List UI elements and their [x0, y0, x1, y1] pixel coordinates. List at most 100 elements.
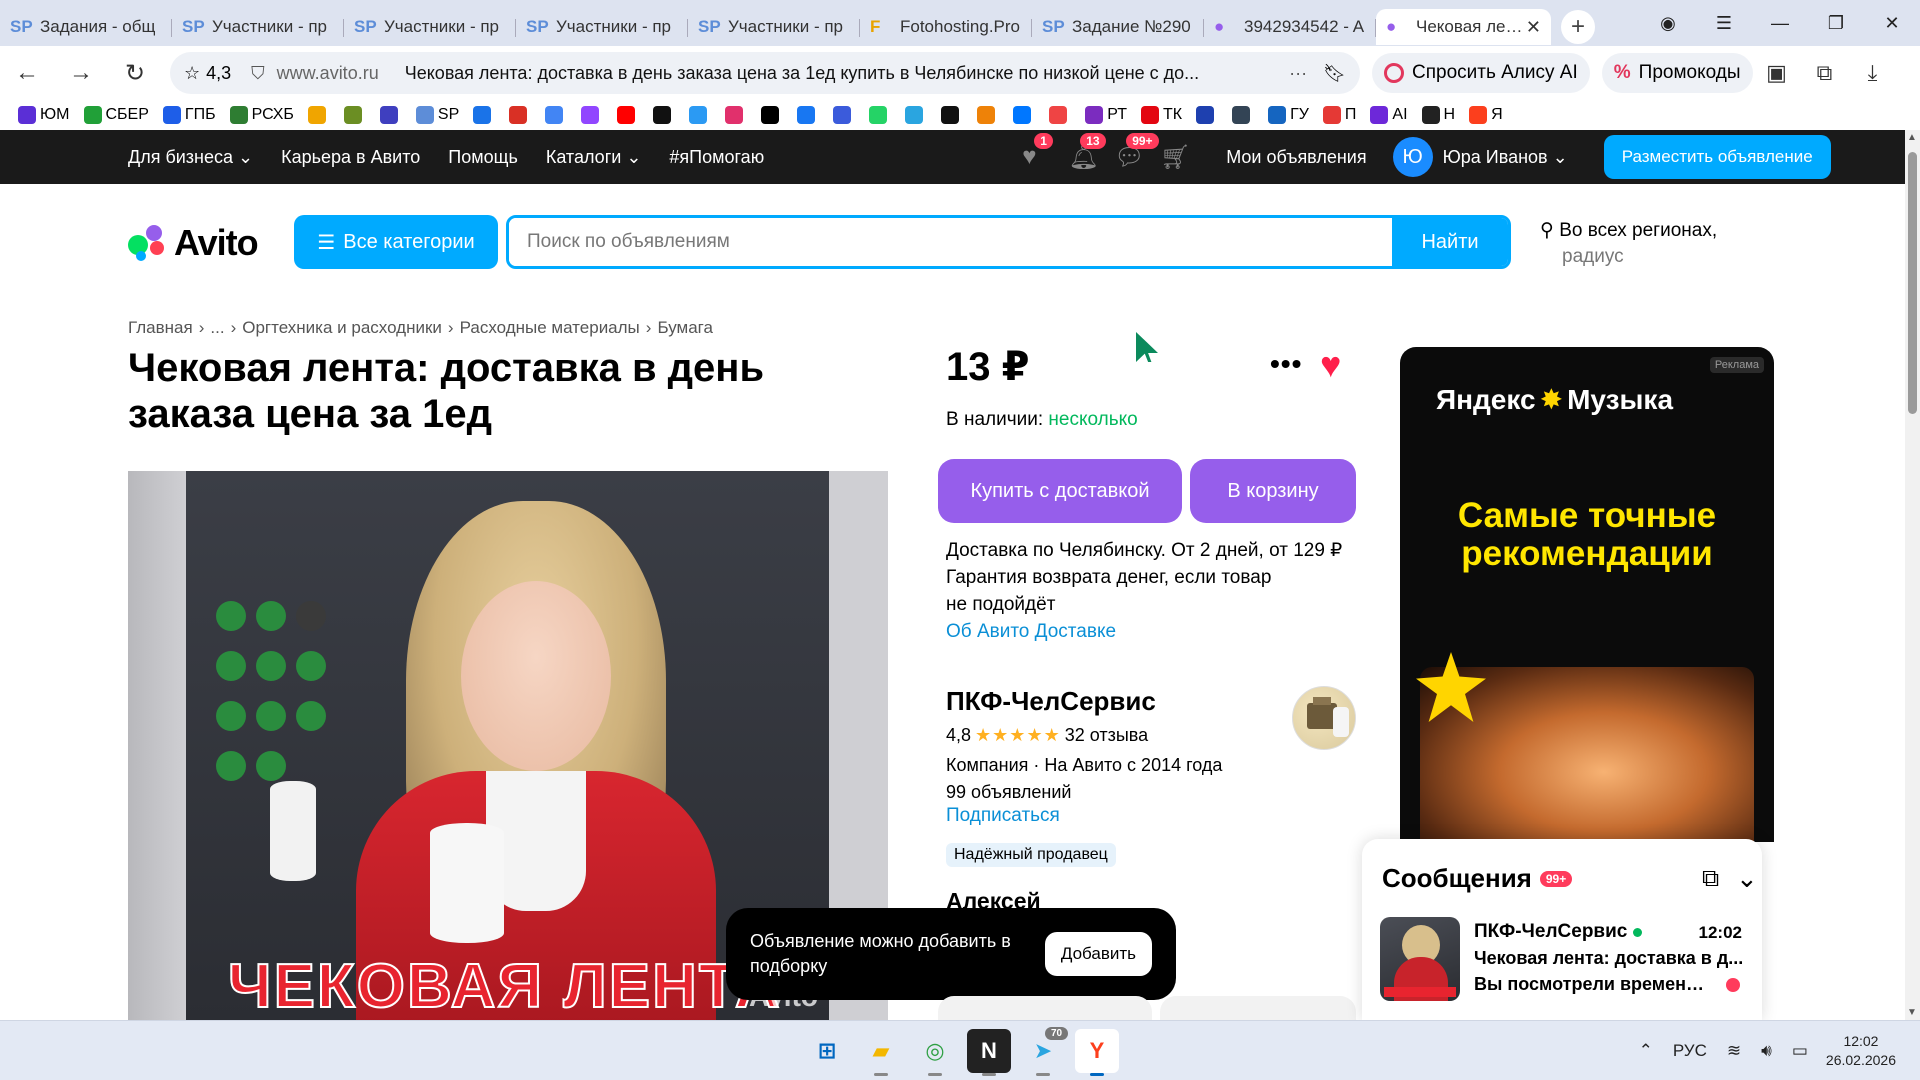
close-tab-icon[interactable]: ✕	[1526, 17, 1541, 38]
subscribe-link[interactable]: Подписаться	[946, 805, 1060, 827]
contact-button-right[interactable]	[1160, 996, 1356, 1020]
contact-button-left[interactable]	[938, 996, 1152, 1020]
close-window-icon[interactable]: ✕	[1864, 13, 1920, 34]
bookmark-item-21[interactable]	[941, 106, 963, 124]
yandex-music-ad-banner[interactable]: Реклама Яндекс ✸ Музыка Самые точные реком…	[1400, 347, 1774, 842]
bookmark-item-13[interactable]	[653, 106, 675, 124]
bookmark-item-15[interactable]	[725, 106, 747, 124]
bookmark-item-25[interactable]: РТ	[1085, 106, 1127, 124]
browser-tab-0[interactable]: SP Задания - общ	[0, 9, 172, 45]
bookmark-item-11[interactable]	[581, 106, 603, 124]
favorite-heart-icon[interactable]: ♥	[1320, 344, 1341, 386]
search-button[interactable]: Найти	[1392, 218, 1508, 266]
bookmark-icon[interactable]: 🔖︎	[1323, 63, 1346, 84]
reload-icon[interactable]: ↻	[108, 59, 162, 88]
bookmark-item-4[interactable]	[307, 106, 330, 124]
favorites-heart-icon[interactable]: ♥ 1	[1022, 133, 1068, 171]
minimize-icon[interactable]: —	[1752, 13, 1808, 34]
all-categories-button[interactable]: ☰ Все категории	[294, 215, 498, 269]
download-icon[interactable]: ⤓	[1849, 60, 1897, 86]
breadcrumb-item[interactable]: Главная	[128, 318, 193, 338]
breadcrumb-item[interactable]: ...	[210, 318, 224, 338]
browser-tab-2[interactable]: SP Участники - пр	[344, 9, 516, 45]
search-input[interactable]	[509, 218, 1392, 266]
bookmark-item-26[interactable]: ТК	[1140, 106, 1182, 124]
language-indicator[interactable]: РУС	[1673, 1041, 1707, 1061]
browser-tab-6[interactable]: SP Задание №290	[1032, 9, 1204, 45]
scroll-down-icon[interactable]: ▼	[1907, 1007, 1917, 1018]
bookmark-item-27[interactable]	[1196, 106, 1218, 124]
scrollbar-thumb[interactable]	[1908, 152, 1917, 414]
seller-logo[interactable]	[1292, 686, 1356, 750]
bookmark-item-33[interactable]: Я	[1469, 106, 1503, 124]
tray-chevron-up-icon[interactable]: ⌃	[1639, 1041, 1653, 1061]
bookmark-item-30[interactable]: П	[1322, 106, 1356, 124]
bookmark-item-18[interactable]	[833, 106, 855, 124]
bookmark-item-19[interactable]	[869, 106, 891, 124]
more-dots-icon[interactable]: ···	[1289, 63, 1307, 84]
forward-icon[interactable]: →	[54, 59, 108, 87]
image-icon[interactable]: ▣	[1753, 60, 1801, 86]
bookmark-item-12[interactable]	[617, 106, 639, 124]
messages-chat-icon[interactable]: 💬︎ 99+	[1114, 132, 1160, 172]
bookmark-item-29[interactable]: ГУ	[1268, 106, 1309, 124]
browser-tab-4[interactable]: SP Участники - пр	[688, 9, 860, 45]
cart-icon[interactable]: 🛒︎	[1160, 143, 1206, 172]
message-subject[interactable]: Чековая лента: доставка в д... 13 ₽	[1474, 948, 1744, 969]
windows-start-icon[interactable]: ⊞	[805, 1029, 849, 1073]
chevron-down-icon[interactable]: ⌄	[1736, 863, 1758, 894]
bookmark-item-24[interactable]	[1049, 106, 1071, 124]
avito-delivery-link[interactable]: Об Авито Доставке	[946, 618, 1356, 645]
toast-add-button[interactable]: Добавить	[1044, 932, 1152, 976]
add-to-cart-button[interactable]: В корзину	[1190, 459, 1356, 523]
browser-tab-1[interactable]: SP Участники - пр	[172, 9, 344, 45]
telegram-icon[interactable]: ➤ 70	[1021, 1027, 1069, 1076]
avito-logo[interactable]: Avito	[128, 222, 259, 264]
browser-tab-5[interactable]: F Fotohosting.Pro	[860, 9, 1032, 45]
profile-icon[interactable]: ◉	[1640, 13, 1696, 34]
message-sender[interactable]: ПКФ-ЧелСервис	[1474, 921, 1643, 943]
bookmark-item-20[interactable]	[905, 106, 927, 124]
bookmark-item-9[interactable]	[509, 106, 531, 124]
tab-menu-icon[interactable]: ☰	[1696, 13, 1752, 34]
ask-alice-button[interactable]: Спросить Алису AI	[1372, 53, 1590, 93]
browser-tab-8[interactable]: ● Чековая лента ✕	[1376, 9, 1551, 45]
message-preview[interactable]: Вы посмотрели временный ном...	[1474, 974, 1714, 995]
wifi-icon[interactable]: ≋	[1727, 1041, 1741, 1061]
nav-ya-pomogayu[interactable]: #яПомогаю	[669, 147, 764, 168]
bookmark-item-6[interactable]	[379, 106, 402, 124]
bookmark-item-0[interactable]: ЮМ	[18, 106, 70, 124]
taskbar-clock[interactable]: 12:02 26.02.2026	[1826, 1032, 1896, 1070]
breadcrumb-item[interactable]: Расходные материалы	[460, 318, 640, 338]
back-icon[interactable]: ←	[0, 59, 54, 87]
notion-app-icon[interactable]: N	[967, 1029, 1011, 1076]
browser-tab-7[interactable]: ● 3942934542 - A	[1204, 9, 1376, 45]
bookmark-item-8[interactable]	[473, 106, 495, 124]
bookmark-item-3[interactable]: РСХБ	[229, 106, 294, 124]
browser-tab-3[interactable]: SP Участники - пр	[516, 9, 688, 45]
my-ads-link[interactable]: Мои объявления	[1226, 147, 1366, 168]
notifications-bell-icon[interactable]: 🔔︎ 13	[1068, 132, 1114, 172]
page-scrollbar[interactable]: ▲ ▼	[1905, 130, 1920, 1020]
bookmark-item-17[interactable]	[797, 106, 819, 124]
extensions-icon[interactable]: ⧉	[1801, 60, 1849, 86]
nav-catalogs[interactable]: Каталоги ⌄	[546, 147, 642, 168]
bookmark-item-14[interactable]	[689, 106, 711, 124]
promo-button[interactable]: % Промокоды	[1601, 53, 1753, 93]
region-selector[interactable]: ⚲ Во всех регионах, радиус	[1540, 218, 1717, 270]
buy-with-delivery-button[interactable]: Купить с доставкой	[938, 459, 1182, 523]
bookmark-item-22[interactable]	[977, 106, 999, 124]
nav-business[interactable]: Для бизнеса ⌄	[128, 147, 253, 168]
url-omnibox[interactable]: ☆ 4,3 ⛉ www.avito.ru Чековая лента: дост…	[170, 52, 1360, 94]
breadcrumb-item[interactable]: Оргтехника и расходники	[242, 318, 442, 338]
scroll-up-icon[interactable]: ▲	[1907, 132, 1917, 143]
breadcrumb-item[interactable]: Бумага	[657, 318, 713, 338]
bookmark-item-2[interactable]: ГПБ	[162, 106, 216, 124]
yandex-browser-icon[interactable]: Y	[1075, 1029, 1119, 1076]
nav-help[interactable]: Помощь	[448, 147, 518, 168]
file-explorer-icon[interactable]: ▰	[859, 1029, 903, 1076]
seller-name[interactable]: ПКФ-ЧелСервис	[946, 686, 1156, 717]
seller-rating[interactable]: 4,8 ★★★★★ 32 отзыва	[946, 725, 1148, 746]
open-external-icon[interactable]: ⧉	[1702, 865, 1719, 893]
bookmark-item-5[interactable]	[343, 106, 366, 124]
